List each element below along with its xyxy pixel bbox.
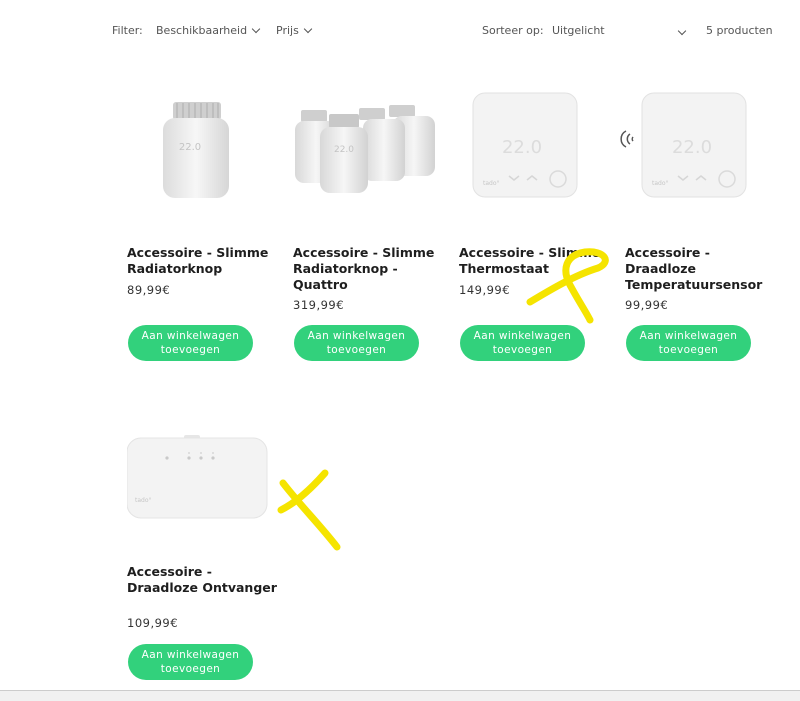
wireless-receiver-image[interactable]: tado°: [127, 430, 277, 560]
filter-label: Filter:: [112, 24, 143, 37]
chevron-down-icon: [251, 24, 261, 34]
add-to-cart-button[interactable]: Aan winkelwagen toevoegen: [460, 325, 585, 361]
product-price: 99,99€: [625, 298, 669, 312]
add-to-cart-button[interactable]: Aan winkelwagen toevoegen: [294, 325, 419, 361]
wireless-signal-icon: [620, 130, 634, 148]
radiator-knob-quattro-image[interactable]: 22.0: [293, 90, 443, 220]
smart-thermostat-image[interactable]: 22.0 tado°: [459, 90, 609, 220]
temperature-sensor-image[interactable]: 22.0 tado°: [625, 90, 775, 220]
filter-toolbar: Filter: Beschikbaarheid Prijs Sorteer op…: [0, 0, 800, 60]
product-title[interactable]: Accessoire - Draadloze Ontvanger: [127, 564, 277, 596]
availability-filter[interactable]: Beschikbaarheid: [156, 24, 261, 37]
add-to-cart-button[interactable]: Aan winkelwagen toevoegen: [626, 325, 751, 361]
device-display: 22.0: [672, 137, 712, 158]
brand-logo: tado°: [135, 497, 152, 504]
product-price: 109,99€: [127, 616, 179, 630]
brand-logo: tado°: [483, 180, 500, 187]
chevron-down-icon: [677, 26, 687, 36]
device-display: 22.0: [179, 142, 201, 153]
product-price: 89,99€: [127, 283, 171, 297]
sort-label: Sorteer op:: [482, 24, 544, 37]
handwritten-x-marker: [277, 469, 341, 551]
device-display: 22.0: [334, 145, 354, 155]
window-bottom-bar: [0, 690, 800, 701]
product-price: 149,99€: [459, 283, 511, 297]
chevron-down-icon: [303, 24, 313, 34]
sort-select[interactable]: Uitgelicht: [552, 24, 687, 37]
brand-logo: tado°: [652, 180, 669, 187]
product-price: 319,99€: [293, 298, 345, 312]
add-to-cart-button[interactable]: Aan winkelwagen toevoegen: [128, 644, 253, 680]
device-display: 22.0: [502, 137, 542, 158]
product-title[interactable]: Accessoire - Draadloze Temperatuursensor: [625, 245, 775, 293]
price-filter[interactable]: Prijs: [276, 24, 313, 37]
radiator-knob-image[interactable]: 22.0: [127, 90, 277, 220]
product-title[interactable]: Accessoire - Slimme Thermostaat: [459, 245, 609, 277]
product-title[interactable]: Accessoire - Slimme Radiatorknop: [127, 245, 277, 277]
product-title[interactable]: Accessoire - Slimme Radiatorknop - Quatt…: [293, 245, 443, 293]
product-count: 5 producten: [706, 24, 773, 37]
add-to-cart-button[interactable]: Aan winkelwagen toevoegen: [128, 325, 253, 361]
